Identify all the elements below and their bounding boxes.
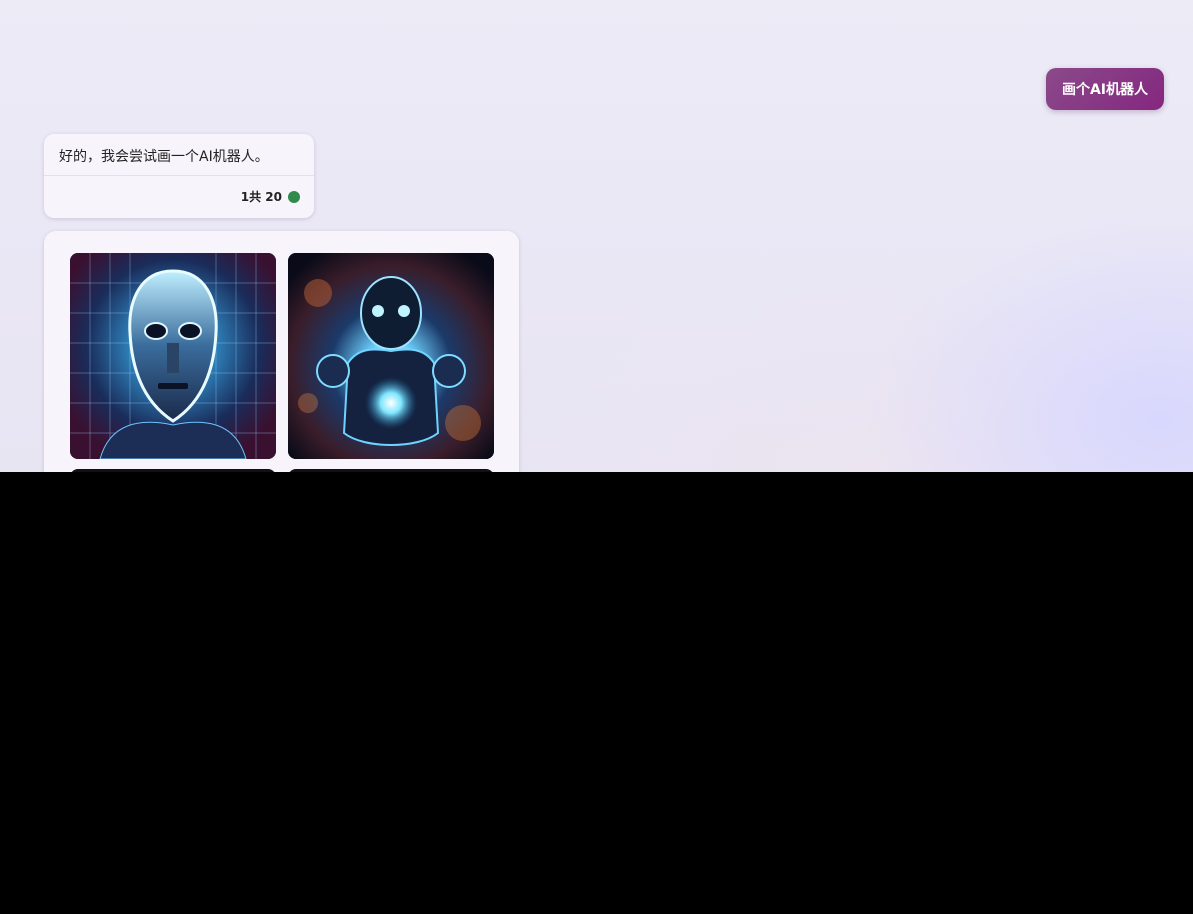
user-message-bubble: 画个AI机器人 bbox=[1045, 68, 1164, 110]
robot-body-image bbox=[288, 253, 494, 459]
bot-reply-card: 好的，我会尝试画一个AI机器人。 1共 20 bbox=[44, 134, 314, 218]
bot-reply-footer: 1共 20 bbox=[44, 176, 314, 217]
robot-face-image bbox=[70, 253, 276, 459]
status-indicator-icon bbox=[288, 190, 300, 203]
generated-image-1[interactable] bbox=[70, 253, 276, 459]
bot-reply-text: 好的，我会尝试画一个AI机器人。 bbox=[44, 134, 314, 176]
image-results-card bbox=[44, 231, 519, 472]
generated-image-2[interactable] bbox=[288, 253, 494, 459]
response-counter: 1共 20 bbox=[240, 190, 282, 204]
blank-area bbox=[0, 472, 1193, 914]
chat-area: 画个AI机器人 好的，我会尝试画一个AI机器人。 1共 20 bbox=[0, 0, 1193, 472]
user-message-text: 画个AI机器人 bbox=[1061, 82, 1148, 98]
